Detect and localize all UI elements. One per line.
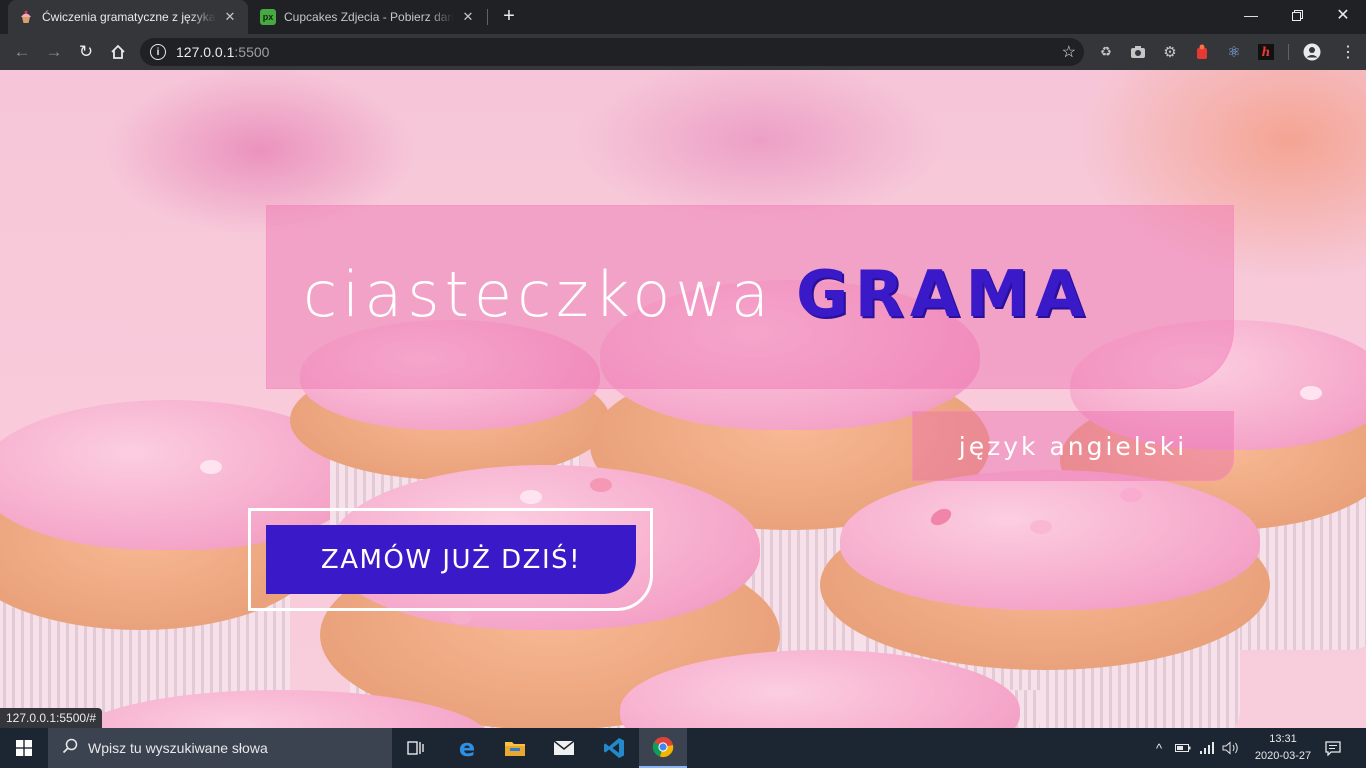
file-explorer-icon[interactable] bbox=[491, 728, 539, 768]
url-text: 127.0.0.1:5500 bbox=[176, 44, 270, 60]
taskbar: Wpisz tu wyszukiwane słowa e ^ 13:31 202… bbox=[0, 728, 1366, 768]
forward-icon[interactable]: → bbox=[41, 39, 67, 65]
close-icon[interactable]: ✕ bbox=[460, 9, 476, 25]
vscode-icon[interactable] bbox=[590, 728, 638, 768]
order-now-button[interactable]: ZAMÓW JUŻ DZIŚ! bbox=[266, 525, 636, 594]
hero-title-panel: ciasteczkowa GRAMA bbox=[266, 205, 1234, 389]
clock-time: 13:31 bbox=[1269, 733, 1297, 745]
menu-kebab-icon[interactable]: ⋮ bbox=[1339, 43, 1357, 61]
red-extension-icon[interactable] bbox=[1193, 43, 1211, 61]
search-icon bbox=[62, 738, 78, 759]
gear-extension-icon[interactable]: ⚙ bbox=[1161, 43, 1179, 61]
bookmark-star-icon[interactable]: ☆ bbox=[1062, 42, 1076, 62]
tab-title: Ćwiczenia gramatyczne z języka a bbox=[42, 10, 216, 24]
tab-active[interactable]: Ćwiczenia gramatyczne z języka a ✕ bbox=[8, 0, 248, 34]
chrome-icon[interactable] bbox=[639, 728, 687, 768]
task-view-icon[interactable] bbox=[392, 728, 440, 768]
edge-browser-icon[interactable]: e bbox=[443, 728, 491, 768]
network-icon[interactable] bbox=[1197, 728, 1217, 768]
tab-divider bbox=[487, 9, 488, 25]
start-button[interactable] bbox=[0, 728, 48, 768]
react-extension-icon[interactable]: ⚛ bbox=[1225, 43, 1243, 61]
page-viewport: ciasteczkowa GRAMA język angielski ZAMÓW … bbox=[0, 70, 1366, 728]
status-bar-url: 127.0.0.1:5500/# bbox=[0, 708, 103, 728]
subtitle-panel: język angielski bbox=[912, 411, 1234, 481]
home-icon[interactable] bbox=[105, 39, 131, 65]
tab-title: Cupcakes Zdjecia - Pobierz darm bbox=[284, 10, 454, 24]
title-strong-text: GRAMA bbox=[796, 258, 1091, 332]
info-icon[interactable]: i bbox=[150, 44, 166, 60]
px-favicon-icon: px bbox=[260, 9, 276, 25]
close-icon[interactable]: ✕ bbox=[222, 9, 238, 25]
camera-extension-icon[interactable] bbox=[1129, 43, 1147, 61]
tab-inactive[interactable]: px Cupcakes Zdjecia - Pobierz darm ✕ bbox=[250, 0, 486, 34]
show-hidden-icons-chevron-icon[interactable]: ^ bbox=[1150, 728, 1168, 768]
mail-icon[interactable] bbox=[540, 728, 588, 768]
battery-icon[interactable] bbox=[1173, 728, 1193, 768]
profile-avatar-icon[interactable] bbox=[1303, 43, 1321, 61]
browser-toolbar: ← → ↻ i 127.0.0.1:5500 ☆ ♻ ⚙ ⚛ h ⋮ bbox=[0, 34, 1366, 70]
tab-strip: Ćwiczenia gramatyczne z języka a ✕ px Cu… bbox=[0, 0, 1366, 34]
back-icon[interactable]: ← bbox=[9, 39, 35, 65]
address-bar[interactable]: i 127.0.0.1:5500 ☆ bbox=[140, 38, 1084, 66]
recycle-extension-icon[interactable]: ♻ bbox=[1097, 43, 1115, 61]
window-close-icon[interactable]: ✕ bbox=[1320, 0, 1366, 30]
subtitle-text: język angielski bbox=[958, 431, 1188, 461]
search-placeholder: Wpisz tu wyszukiwane słowa bbox=[88, 740, 268, 756]
restore-icon[interactable] bbox=[1274, 0, 1320, 30]
reload-icon[interactable]: ↻ bbox=[73, 39, 99, 65]
new-tab-icon[interactable]: + bbox=[498, 6, 520, 28]
action-center-icon[interactable] bbox=[1320, 728, 1346, 768]
clock-date: 2020-03-27 bbox=[1254, 750, 1312, 762]
volume-icon[interactable] bbox=[1220, 728, 1242, 768]
taskbar-search-input[interactable]: Wpisz tu wyszukiwane słowa bbox=[48, 728, 392, 768]
page-title: ciasteczkowa GRAMA bbox=[303, 258, 1091, 332]
cupcake-icon bbox=[18, 9, 34, 25]
windows-logo-icon bbox=[16, 740, 32, 756]
toolbar-divider bbox=[1288, 44, 1289, 60]
minimize-icon[interactable]: — bbox=[1228, 0, 1274, 30]
h-extension-icon[interactable]: h bbox=[1257, 43, 1275, 61]
title-light-text: ciasteczkowa bbox=[303, 258, 775, 331]
clock[interactable]: 13:31 2020-03-27 bbox=[1252, 731, 1314, 765]
